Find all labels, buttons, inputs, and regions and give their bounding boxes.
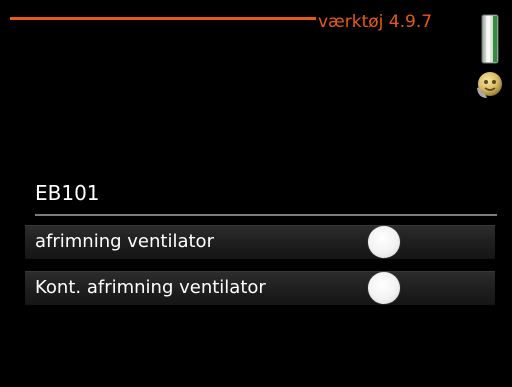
option-row-kont-afrimning-ventilator[interactable]: Kont. afrimning ventilator [25, 271, 495, 305]
smiley-icon [474, 71, 504, 101]
option-label: Kont. afrimning ventilator [35, 277, 266, 298]
heat-pump-display: værktøj 4.9.7 EB101 afrimning ventilator… [0, 0, 512, 387]
section-divider [35, 214, 497, 216]
thermometer-icon [481, 14, 499, 64]
toggle-switch[interactable] [368, 272, 400, 304]
section-title: EB101 [35, 181, 100, 205]
toggle-switch[interactable] [368, 226, 400, 258]
header-divider [10, 17, 316, 20]
option-label: afrimning ventilator [35, 231, 214, 252]
option-row-afrimning-ventilator[interactable]: afrimning ventilator [25, 225, 495, 259]
menu-title: værktøj 4.9.7 [318, 12, 433, 32]
